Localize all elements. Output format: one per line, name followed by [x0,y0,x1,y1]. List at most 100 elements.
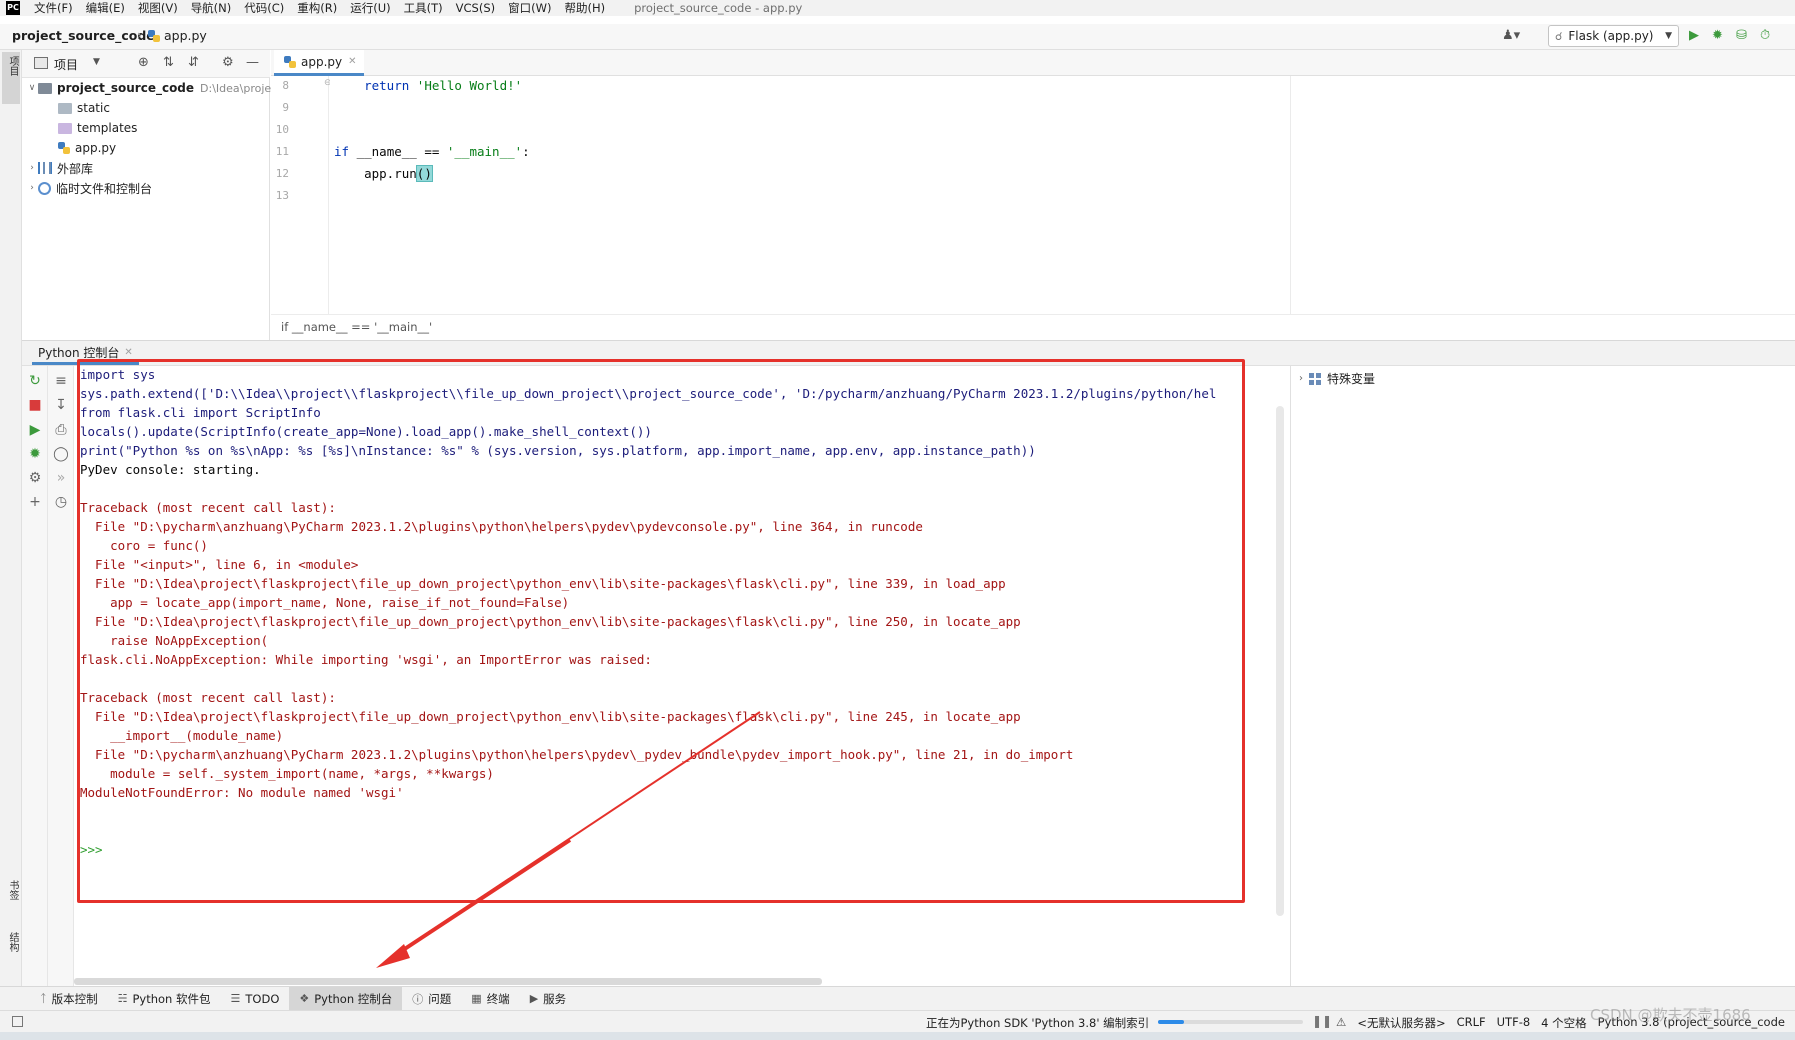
gear-icon[interactable]: ⚙ [27,470,43,486]
encoding-widget[interactable]: UTF-8 [1497,1015,1531,1031]
project-panel-toolbar: 项目 ▼ ⊕ ⇅ ⇵ ⚙ — [22,50,270,78]
tool-tab-todo[interactable]: ☰ TODO [221,987,290,1011]
history-icon[interactable]: ◷ [53,494,69,510]
tree-item-scratches[interactable]: › 临时文件和控制台 [26,178,152,198]
tree-item-static[interactable]: static [58,98,110,118]
breadcrumb-project[interactable]: project_source_code [12,28,155,43]
project-panel: 项目 ▼ ⊕ ⇅ ⇵ ⚙ — ∨ project_source_code D:\… [22,50,271,340]
tree-item-root[interactable]: ∨ project_source_code D:\Idea\proje [26,78,271,98]
menu-run[interactable]: 运行(U) [350,0,390,16]
project-panel-title[interactable]: 项目 [54,56,78,73]
menu-help[interactable]: 帮助(H) [564,0,605,16]
chevron-right-icon[interactable]: › [26,183,38,193]
tree-item-root-path: D:\Idea\proje [200,81,272,95]
breadcrumb-separator-icon: › [137,28,142,42]
services-icon: ▶ [529,992,539,1005]
line-number: 13 [275,189,289,202]
indexing-progress-bar[interactable] [1158,1020,1303,1024]
python-file-icon [148,30,160,42]
menu-code[interactable]: 代码(C) [244,0,284,16]
editor-gutter: 8 9 10 11 12 13 ⊖ [271,76,332,314]
menu-window[interactable]: 窗口(W) [508,0,551,16]
add-icon[interactable]: + [27,494,43,510]
stop-icon[interactable]: ■ [27,397,43,413]
more-icon[interactable]: » [53,470,69,486]
profile-icon[interactable]: ⏱ [1760,28,1770,43]
indexing-status-text[interactable]: 正在为Python SDK 'Python 3.8' 编制索引 [926,1015,1149,1031]
line-number: 8 [282,79,289,92]
python-file-icon [58,142,70,154]
menu-refactor[interactable]: 重构(R) [297,0,337,16]
scroll-to-end-icon[interactable]: ↧ [53,397,69,413]
tool-tab-python-console[interactable]: ❖ Python 控制台 [289,986,403,1011]
tree-item-app-py[interactable]: app.py [58,138,116,158]
tree-item-external-libraries[interactable]: › 外部库 [26,158,93,178]
menu-file[interactable]: 文件(F) [34,0,73,16]
menu-edit[interactable]: 编辑(E) [86,0,125,16]
menu-vcs[interactable]: VCS(S) [456,1,495,15]
console-vertical-scrollbar[interactable] [1276,406,1284,916]
code-editor[interactable]: return 'Hello World!' if __name__ == '__… [330,76,1795,314]
no-internet-icon[interactable]: ⚠ [1336,1015,1346,1031]
deployment-server-widget[interactable]: <无默认服务器> [1357,1015,1445,1031]
tree-item-templates[interactable]: templates [58,118,137,138]
console-toolbar-secondary: ≡ ↧ ⎙ ◯ » ◷ [48,366,74,986]
close-icon[interactable]: ✕ [348,56,356,67]
editor-tab-app-py[interactable]: app.py ✕ [274,50,364,76]
print-icon[interactable]: ⎙ [53,422,69,438]
execute-icon[interactable]: ▶ [27,422,43,438]
menu-navigate[interactable]: 导航(N) [191,0,232,16]
menu-tools[interactable]: 工具(T) [404,0,443,16]
user-account-icon[interactable]: ♟▾ [1502,28,1520,43]
chevron-right-icon[interactable]: › [1299,373,1303,384]
soft-wrap-icon[interactable]: ≡ [53,373,69,389]
chevron-down-icon: ▼ [1665,31,1672,41]
folder-icon [58,102,72,114]
bookmarks-tool-tab[interactable]: 书签 [2,880,20,916]
project-view-icon [34,57,48,69]
rerun-icon[interactable]: ↻ [27,373,43,389]
menu-view[interactable]: 视图(V) [138,0,178,16]
run-icon[interactable]: ▶ [1689,28,1699,43]
tool-tab-label: 版本控制 [51,991,98,1006]
debug-icon[interactable]: ✹ [1712,28,1723,43]
debug-icon[interactable]: ✹ [27,446,43,462]
close-icon[interactable]: ✕ [124,347,132,358]
locate-file-icon[interactable]: ⊕ [138,55,149,70]
tool-tab-version-control[interactable]: ᛏ 版本控制 [30,987,108,1011]
show-variables-icon[interactable]: ◯ [53,446,69,462]
tool-tab-label: TODO [245,991,280,1006]
pause-icon[interactable]: ❚❚ [1312,1014,1332,1028]
hide-panel-icon[interactable]: — [246,55,259,70]
run-configuration-label: Flask (app.py) [1568,29,1654,43]
watermark: CSDN @欺夫不壶1686 [1590,1006,1751,1024]
expand-all-icon[interactable]: ⇅ [163,55,174,70]
breadcrumb-file[interactable]: app.py [164,28,207,43]
tool-tab-label: 问题 [428,991,452,1006]
line-number: 12 [275,167,289,180]
tree-item-scratches-label: 临时文件和控制台 [56,181,153,196]
chevron-down-icon[interactable]: ▼ [93,57,100,67]
structure-tool-tab[interactable]: 结构 [2,932,20,968]
special-variables-node[interactable]: › 特殊变量 [1299,370,1375,387]
tool-tab-services[interactable]: ▶ 服务 [520,987,576,1011]
tool-tab-problems[interactable]: ⓘ 问题 [402,987,461,1011]
project-tool-tab[interactable]: 项目 [2,52,20,104]
editor-breadcrumb: if __name__ == '__main__' [271,314,1795,338]
editor-breadcrumb-text[interactable]: if __name__ == '__main__' [281,320,432,334]
toggle-tool-windows-icon[interactable] [12,1016,23,1027]
line-separator-widget[interactable]: CRLF [1457,1015,1486,1031]
gear-icon[interactable]: ⚙ [222,55,234,70]
tool-window-bar: ᛏ 版本控制 ☵ Python 软件包 ☰ TODO ❖ Python 控制台 … [0,986,1795,1011]
run-configuration-select[interactable]: ☌ Flask (app.py) ▼ [1548,25,1679,47]
project-tool-tab-label: 项目 [7,56,18,76]
collapse-all-icon[interactable]: ⇵ [188,55,199,70]
info-icon: ⓘ [412,992,424,1006]
scratches-icon [38,181,51,195]
coverage-icon[interactable]: ⛁ [1736,28,1747,43]
tool-tab-python-packages[interactable]: ☵ Python 软件包 [108,987,221,1011]
chevron-down-icon[interactable]: ∨ [26,83,38,93]
tool-tab-terminal[interactable]: ▦ 终端 [461,987,519,1011]
indent-widget[interactable]: 4 个空格 [1541,1015,1586,1031]
chevron-right-icon[interactable]: › [26,163,38,173]
